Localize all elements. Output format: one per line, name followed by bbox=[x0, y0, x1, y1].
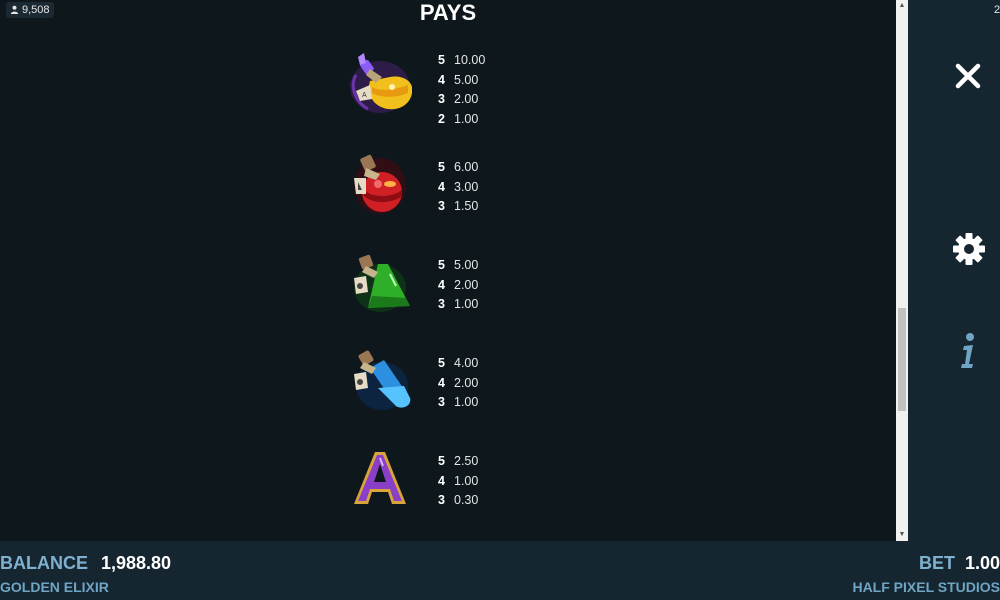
balance-label: BALANCE bbox=[0, 553, 88, 573]
scrollbar-thumb[interactable] bbox=[898, 308, 906, 411]
page-title: PAYS bbox=[419, 0, 477, 25]
pay-values: 5 10.00 4 5.00 3 2.00 2 1.00 bbox=[438, 51, 485, 129]
pay-line: 2 1.00 bbox=[438, 111, 479, 126]
pay-line: 4 2.00 bbox=[438, 375, 479, 390]
letter-a-symbol-icon bbox=[354, 452, 406, 504]
pay-line: 5 5.00 bbox=[438, 258, 479, 272]
pay-values: 5 4.00 4 2.00 3 1.00 bbox=[438, 354, 478, 413]
bet-label: BET bbox=[919, 553, 955, 573]
pay-line: 3 1.00 bbox=[438, 297, 479, 311]
paytable-page: 9,508 PAYS A 5 10.00 4 5.00 3 2.00 2 1.00 bbox=[0, 0, 896, 541]
pay-line: 4 1.00 bbox=[438, 473, 479, 488]
scroll-down-arrow-icon[interactable]: ▼ bbox=[896, 529, 908, 541]
pay-line: 5 6.00 bbox=[438, 160, 479, 174]
pay-values: 5 5.00 4 2.00 3 1.00 bbox=[438, 256, 478, 315]
pay-line: 4 5.00 bbox=[438, 72, 479, 87]
balance-value: 1,988.80 bbox=[101, 553, 172, 573]
pay-line: 3 2.00 bbox=[438, 92, 479, 106]
gear-icon[interactable] bbox=[952, 232, 986, 266]
corner-text: 2 bbox=[994, 4, 1000, 16]
bet-value: 1.00 bbox=[964, 553, 1000, 573]
info-icon[interactable] bbox=[958, 332, 978, 370]
pay-line: 5 4.00 bbox=[438, 356, 479, 370]
pay-line: 3 1.00 bbox=[438, 395, 479, 409]
green-elixir-potion-icon bbox=[354, 254, 410, 312]
pay-line: 4 2.00 bbox=[438, 277, 479, 292]
pay-line: 3 1.50 bbox=[438, 199, 479, 213]
side-panel bbox=[908, 0, 1000, 541]
svg-text:A: A bbox=[362, 92, 367, 99]
close-icon[interactable] bbox=[954, 62, 982, 90]
pay-values: 5 6.00 4 3.00 3 1.50 bbox=[438, 158, 478, 217]
yellow-elixir-potion-icon: A bbox=[350, 53, 412, 113]
pay-values: 5 2.50 4 1.00 3 0.30 bbox=[438, 452, 478, 511]
scroll-up-arrow-icon[interactable]: ▲ bbox=[896, 0, 908, 12]
pay-line: 5 10.00 bbox=[438, 53, 486, 67]
pay-line: 3 0.30 bbox=[438, 493, 479, 507]
red-elixir-potion-icon bbox=[354, 154, 406, 214]
studio-name: HALF PIXEL STUDIOS bbox=[852, 579, 1000, 595]
vertical-scrollbar[interactable]: ▲ ▼ bbox=[896, 0, 908, 541]
pay-line: 4 3.00 bbox=[438, 179, 479, 194]
pay-line: 5 2.50 bbox=[438, 454, 479, 468]
blue-elixir-potion-icon bbox=[354, 350, 411, 410]
game-name: GOLDEN ELIXIR bbox=[0, 579, 109, 595]
